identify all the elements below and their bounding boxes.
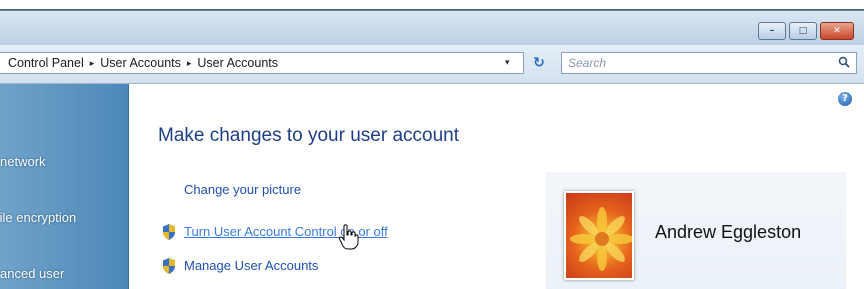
search-placeholder: Search: [568, 56, 607, 70]
search-input[interactable]: Search: [561, 52, 857, 74]
window-titlebar[interactable]: – □ ✕: [0, 10, 864, 45]
hand-cursor-icon: [338, 224, 359, 250]
task-link-file-encryption[interactable]: file encryption: [0, 210, 76, 225]
page-title: Make changes to your user account: [158, 125, 460, 146]
search-icon[interactable]: [838, 56, 850, 68]
task-pane: network file encryption anced user: [0, 84, 129, 289]
flower-picture-icon: [570, 207, 632, 271]
breadcrumb-separator-icon[interactable]: ▸: [90, 58, 95, 69]
refresh-icon[interactable]: ↻: [528, 53, 550, 73]
screen-top-border: [0, 0, 864, 10]
close-button[interactable]: ✕: [820, 22, 854, 40]
minimize-button[interactable]: –: [758, 22, 786, 40]
breadcrumb-control-panel[interactable]: Control Panel: [8, 56, 84, 70]
maximize-button[interactable]: □: [789, 22, 817, 40]
window-controls: – □ ✕: [758, 22, 854, 40]
breadcrumb[interactable]: Control Panel ▸ User Accounts ▸ User Acc…: [0, 52, 524, 74]
user-name: Andrew Eggleston: [655, 222, 802, 242]
task-link-advanced-user[interactable]: anced user: [0, 266, 64, 281]
address-dropdown-icon[interactable]: ▾: [505, 58, 510, 68]
breadcrumb-user-accounts-current[interactable]: User Accounts: [197, 56, 278, 70]
manage-user-accounts-link[interactable]: Manage User Accounts: [184, 258, 318, 273]
address-bar: Control Panel ▸ User Accounts ▸ User Acc…: [0, 45, 864, 84]
breadcrumb-user-accounts[interactable]: User Accounts: [100, 56, 181, 70]
user-avatar[interactable]: [564, 191, 634, 280]
help-icon[interactable]: ?: [838, 92, 852, 106]
shield-icon: [163, 258, 175, 274]
change-picture-link[interactable]: Change your picture: [184, 182, 301, 197]
task-link-network[interactable]: network: [0, 154, 46, 169]
shield-icon: [163, 224, 175, 240]
breadcrumb-separator-icon[interactable]: ▸: [187, 58, 192, 69]
